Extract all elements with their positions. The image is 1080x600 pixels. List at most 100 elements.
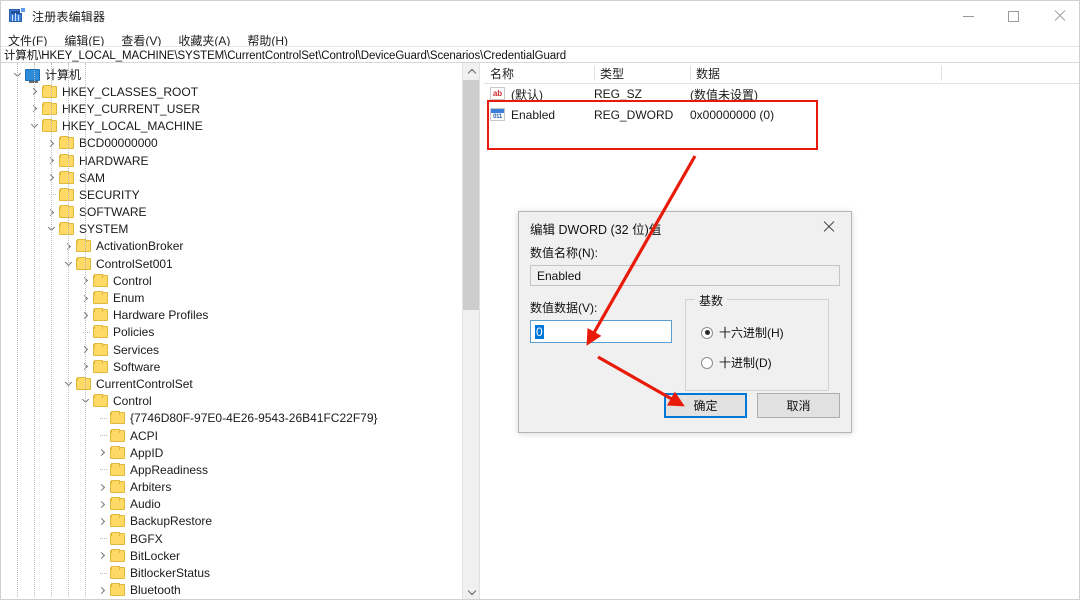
tree-item[interactable]: SAM	[1, 169, 459, 186]
value-name-text: Enabled	[537, 268, 582, 283]
value-data-input[interactable]: 0	[530, 320, 672, 343]
tree-item[interactable]: BackupRestore	[1, 513, 459, 530]
tree-item[interactable]: Hardware Profiles	[1, 307, 459, 324]
tree-item[interactable]: BitlockerStatus	[1, 564, 459, 581]
tree-item-label: SAM	[79, 170, 106, 185]
folder-icon	[110, 445, 125, 459]
radio-hexadecimal[interactable]: 十六进制(H)	[701, 324, 828, 341]
dialog-close-button[interactable]	[807, 212, 851, 242]
radio-indicator-dec	[701, 356, 713, 369]
column-header-name[interactable]: 名称	[484, 63, 594, 84]
value-row-default[interactable]: ab (默认) REG_SZ (数值未设置)	[484, 84, 1079, 104]
tree-guide-line	[85, 63, 86, 597]
tree-item[interactable]: ControlSet001	[1, 255, 459, 272]
tree-item-label: Audio	[130, 497, 161, 512]
tree-connector	[94, 565, 110, 582]
dialog-buttons: 确定 取消	[664, 393, 840, 418]
column-header-data[interactable]: 数据	[690, 63, 941, 84]
value-data-text: 0	[535, 324, 544, 339]
tree-connector	[94, 530, 110, 547]
radio-decimal[interactable]: 十进制(D)	[701, 354, 828, 371]
folder-icon	[59, 187, 74, 201]
radio-label-dec: 十进制(D)	[719, 356, 772, 370]
chevron-right-icon[interactable]	[94, 496, 110, 513]
tree-item[interactable]: Software	[1, 358, 459, 375]
tree-item[interactable]: 计算机	[1, 66, 459, 83]
radio-indicator-hex	[701, 326, 713, 339]
tree-item[interactable]: AppReadiness	[1, 461, 459, 478]
tree-scrollbar[interactable]	[462, 63, 480, 599]
folder-icon	[110, 531, 125, 545]
chevron-right-icon[interactable]	[94, 513, 110, 530]
value-row-enabled[interactable]: 011 Enabled REG_DWORD 0x00000000 (0)	[484, 104, 1079, 126]
value-data: (数值未设置)	[690, 87, 758, 102]
minimize-button[interactable]	[946, 1, 991, 31]
maximize-button[interactable]	[991, 1, 1036, 31]
folder-icon	[110, 480, 125, 494]
tree-item[interactable]: Bluetooth	[1, 582, 459, 599]
tree-item-label: BGFX	[130, 531, 163, 546]
tree-item-label: SYSTEM	[79, 222, 129, 237]
cancel-button[interactable]: 取消	[757, 393, 840, 418]
tree-item-label: BackupRestore	[130, 514, 213, 529]
registry-path: 计算机\HKEY_LOCAL_MACHINE\SYSTEM\CurrentCon…	[4, 49, 567, 62]
folder-icon	[93, 342, 108, 356]
tree-item[interactable]: Arbiters	[1, 479, 459, 496]
scroll-up-button[interactable]	[463, 63, 480, 80]
dialog-title: 编辑 DWORD (32 位)值	[530, 222, 662, 237]
base-groupbox: 基数 十六进制(H) 十进制(D)	[685, 292, 829, 391]
tree-item[interactable]: BCD00000000	[1, 135, 459, 152]
tree-item-label: {7746D80F-97E0-4E26-9543-26B41FC22F79}	[130, 411, 378, 426]
tree-item-label: AppReadiness	[130, 462, 209, 477]
chevron-right-icon[interactable]	[94, 547, 110, 564]
folder-icon	[76, 239, 91, 253]
tree-item[interactable]: Control	[1, 272, 459, 289]
edit-dword-dialog: 编辑 DWORD (32 位)值 数值名称(N): Enabled 数值数据(V…	[518, 211, 852, 433]
folder-icon	[59, 136, 74, 150]
dialog-title-bar: 编辑 DWORD (32 位)值	[519, 212, 851, 244]
scroll-down-button[interactable]	[463, 584, 480, 599]
tree-item[interactable]: Enum	[1, 289, 459, 306]
tree-item[interactable]: ACPI	[1, 427, 459, 444]
value-name-field[interactable]: Enabled	[530, 265, 840, 286]
tree-item[interactable]: {7746D80F-97E0-4E26-9543-26B41FC22F79}	[1, 410, 459, 427]
tree-item[interactable]: BGFX	[1, 530, 459, 547]
registry-tree-pane[interactable]: 计算机 HKEY_CLASSES_ROOT HKEY_CURRENT_USER HKE…	[1, 63, 459, 599]
column-header-type[interactable]: 类型	[594, 63, 690, 84]
value-name-label: 数值名称(N):	[530, 246, 598, 260]
string-value-icon: ab	[490, 87, 506, 101]
close-button[interactable]	[1036, 1, 1079, 31]
ok-button[interactable]: 确定	[664, 393, 747, 418]
tree-item-label: HKEY_CLASSES_ROOT	[62, 84, 199, 99]
tree-item[interactable]: Audio	[1, 496, 459, 513]
tree-item[interactable]: BitLocker	[1, 547, 459, 564]
tree-item-label: ACPI	[130, 428, 159, 443]
address-bar[interactable]: 计算机\HKEY_LOCAL_MACHINE\SYSTEM\CurrentCon…	[1, 46, 1079, 63]
chevron-right-icon[interactable]	[94, 582, 110, 599]
tree-item[interactable]: SYSTEM	[1, 221, 459, 238]
tree-item[interactable]: AppID	[1, 444, 459, 461]
tree-item[interactable]: HKEY_CURRENT_USER	[1, 100, 459, 117]
tree-item-label: AppID	[130, 445, 164, 460]
folder-icon	[93, 273, 108, 287]
tree-item[interactable]: Policies	[1, 324, 459, 341]
tree-item[interactable]: HARDWARE	[1, 152, 459, 169]
tree-item[interactable]: Control	[1, 393, 459, 410]
scrollbar-thumb[interactable]	[463, 80, 480, 310]
tree-item[interactable]: HKEY_CLASSES_ROOT	[1, 83, 459, 100]
base-group-label: 基数	[695, 292, 728, 309]
tree-item[interactable]: Services	[1, 341, 459, 358]
folder-icon	[110, 497, 125, 511]
folder-icon	[110, 583, 125, 597]
chevron-right-icon[interactable]	[94, 444, 110, 461]
values-column-header: 名称 类型 数据	[484, 63, 1079, 84]
tree-item[interactable]: ActivationBroker	[1, 238, 459, 255]
tree-item[interactable]: SOFTWARE	[1, 204, 459, 221]
chevron-right-icon[interactable]	[94, 479, 110, 496]
tree-item[interactable]: SECURITY	[1, 186, 459, 203]
tree-connector	[94, 410, 110, 427]
tree-item[interactable]: CurrentControlSet	[1, 375, 459, 392]
value-type: REG_DWORD	[594, 108, 674, 122]
tree-item[interactable]: HKEY_LOCAL_MACHINE	[1, 118, 459, 135]
tree-guide-line	[34, 63, 35, 597]
